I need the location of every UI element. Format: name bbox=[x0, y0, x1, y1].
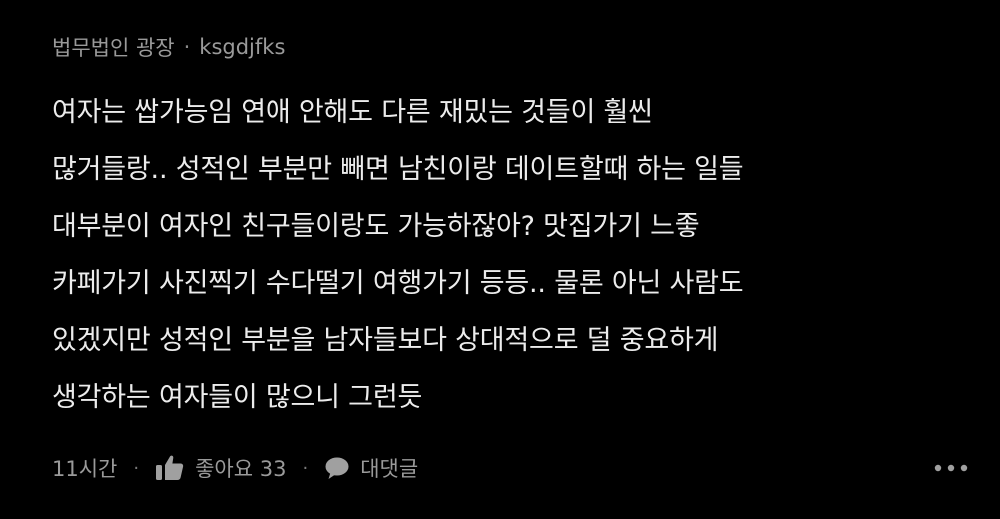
comment-text-line: 여자는 쌉가능임 연애 안해도 다른 재밌는 것들이 훨씬 bbox=[52, 97, 653, 128]
comment-text-line: 카페가기 사진찍기 수다떨기 여행가기 등등.. 물론 아닌 사람도 bbox=[52, 268, 744, 299]
comment-text-line: 있겠지만 성적인 부분을 남자들보다 상대적으로 덜 중요하게 bbox=[52, 325, 719, 356]
comment-text-line: 많거들랑.. 성적인 부분만 빼면 남친이랑 데이트할때 하는 일들 bbox=[52, 154, 744, 185]
comment-meta: 법무법인 광장 · ksgdjfks bbox=[52, 30, 285, 64]
like-button[interactable]: 좋아요 33 bbox=[155, 453, 286, 483]
like-label: 좋아요 33 bbox=[195, 457, 287, 481]
comment-text-line: 대부분이 여자인 친구들이랑도 가능하잖아? 맛집가기 느좋 bbox=[52, 211, 700, 242]
comment-time: 11시간 bbox=[52, 457, 118, 481]
action-separator: · bbox=[302, 457, 309, 479]
author-company[interactable]: 법무법인 광장 bbox=[52, 32, 175, 62]
action-separator: · bbox=[133, 457, 140, 479]
reply-label: 대댓글 bbox=[360, 457, 419, 481]
thumbs-up-icon bbox=[156, 455, 184, 480]
comment-text-line: 생각하는 여자들이 많으니 그런듯 bbox=[52, 382, 423, 413]
author-name[interactable]: ksgdjfks bbox=[199, 35, 285, 59]
comment-card: 법무법인 광장 · ksgdjfks 여자는 쌉가능임 연애 안해도 다른 재밌… bbox=[0, 0, 1000, 519]
comment-actions: 11시간 · 좋아요 33 · 대댓글 bbox=[52, 450, 972, 486]
more-options-button[interactable] bbox=[930, 459, 972, 477]
speech-bubble-icon bbox=[325, 457, 349, 479]
reply-button[interactable]: 대댓글 bbox=[324, 453, 418, 483]
comment-body: 여자는 쌉가능임 연애 안해도 다른 재밌는 것들이 훨씬 많거들랑.. 성적인… bbox=[52, 84, 972, 426]
meta-separator: · bbox=[183, 35, 191, 59]
more-horizontal-icon bbox=[934, 464, 968, 472]
